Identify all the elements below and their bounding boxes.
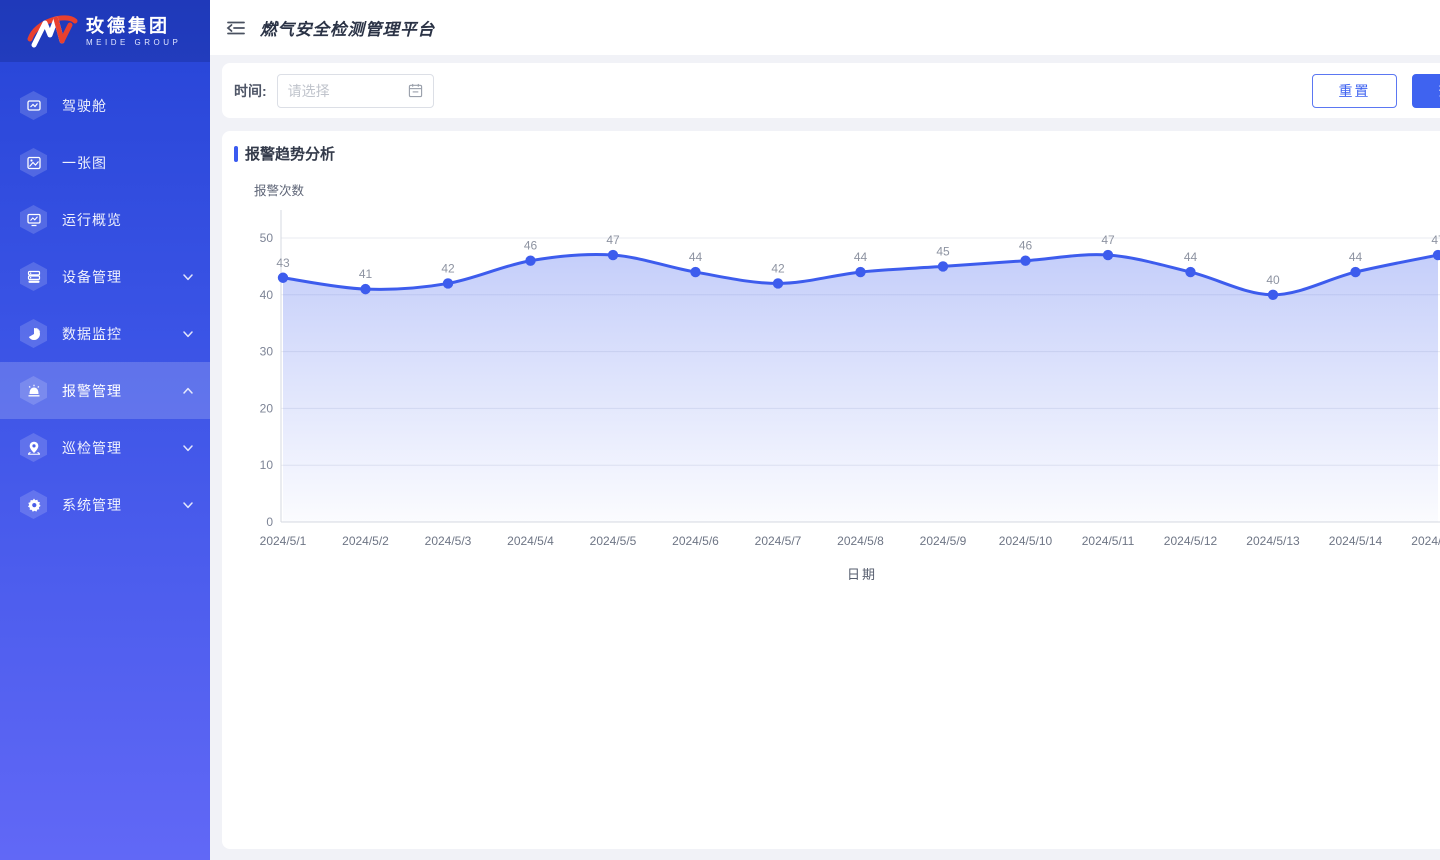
- brand-logo-icon: [26, 11, 78, 51]
- svg-text:47: 47: [1431, 233, 1440, 247]
- chevron-up-icon: [182, 385, 194, 397]
- section-title: 报警趋势分析: [245, 143, 335, 164]
- svg-text:47: 47: [1101, 233, 1115, 247]
- section-accent-bar: [234, 146, 238, 162]
- query-button[interactable]: 查询: [1412, 74, 1440, 108]
- svg-text:40: 40: [1266, 273, 1280, 287]
- brand-name-en: MEIDE GROUP: [86, 38, 181, 47]
- svg-text:20: 20: [260, 401, 274, 415]
- svg-text:44: 44: [854, 250, 868, 264]
- svg-text:46: 46: [1019, 239, 1033, 253]
- sidebar-item-label: 报警管理: [62, 381, 182, 401]
- alarm-icon: [20, 376, 47, 405]
- sidebar-item-label: 驾驶舱: [62, 96, 194, 116]
- filter-bar: 时间: 请选择 重置 查询: [222, 63, 1440, 118]
- svg-text:47: 47: [606, 233, 620, 247]
- svg-text:44: 44: [689, 250, 703, 264]
- svg-text:45: 45: [936, 244, 950, 258]
- device-icon: [20, 262, 47, 291]
- sidebar-menu: 驾驶舱一张图运行概览设备管理数据监控报警管理巡检管理系统管理: [0, 62, 210, 533]
- data-monitor-icon: [20, 319, 47, 348]
- sidebar-item-驾驶舱[interactable]: 驾驶舱: [0, 77, 210, 134]
- sidebar-item-数据监控[interactable]: 数据监控: [0, 305, 210, 362]
- menu-collapse-icon[interactable]: [226, 18, 246, 38]
- chevron-down-icon: [182, 271, 194, 283]
- svg-text:2024/5/12: 2024/5/12: [1164, 534, 1218, 548]
- brand-name-cn: 玫德集团: [86, 16, 181, 36]
- sidebar-item-运行概览[interactable]: 运行概览: [0, 191, 210, 248]
- sidebar-item-label: 一张图: [62, 153, 194, 173]
- map-icon: [20, 148, 47, 177]
- sidebar-item-label: 运行概览: [62, 210, 194, 230]
- svg-text:2024/5/9: 2024/5/9: [920, 534, 967, 548]
- sidebar-item-label: 巡检管理: [62, 438, 182, 458]
- sidebar-item-报警管理[interactable]: 报警管理: [0, 362, 210, 419]
- svg-text:42: 42: [441, 261, 455, 275]
- sidebar-item-label: 系统管理: [62, 495, 182, 515]
- svg-text:2024/5/6: 2024/5/6: [672, 534, 719, 548]
- svg-text:2024/5/11: 2024/5/11: [1082, 534, 1135, 548]
- topbar: 燃气安全检测管理平台: [210, 0, 1440, 55]
- svg-text:2024/5/14: 2024/5/14: [1329, 534, 1383, 548]
- sidebar-item-一张图[interactable]: 一张图: [0, 134, 210, 191]
- system-icon: [20, 490, 47, 519]
- svg-text:2024/5/10: 2024/5/10: [999, 534, 1053, 548]
- patrol-icon: [20, 433, 47, 462]
- svg-text:2024/5/13: 2024/5/13: [1246, 534, 1300, 548]
- svg-text:报警次数: 报警次数: [254, 183, 305, 198]
- svg-text:2024/5/3: 2024/5/3: [425, 534, 472, 548]
- svg-text:0: 0: [266, 515, 273, 529]
- svg-text:2024/5/15: 2024/5/15: [1411, 534, 1440, 548]
- svg-text:41: 41: [359, 267, 373, 281]
- svg-text:日期: 日期: [847, 567, 877, 582]
- alarm-trend-chart: 43 41 42 46 47 44 42 44 45 46 47 44 40 44 47 0 10 20 30 40 5…: [222, 175, 1440, 645]
- svg-text:46: 46: [524, 239, 538, 253]
- svg-text:2024/5/4: 2024/5/4: [507, 534, 554, 548]
- chevron-down-icon: [182, 328, 194, 340]
- svg-text:44: 44: [1349, 250, 1363, 264]
- svg-text:10: 10: [260, 458, 274, 472]
- sidebar: 玫德集团 MEIDE GROUP 驾驶舱一张图运行概览设备管理数据监控报警管理巡…: [0, 0, 210, 860]
- svg-text:40: 40: [260, 288, 274, 302]
- sidebar-item-label: 数据监控: [62, 324, 182, 344]
- svg-text:2024/5/8: 2024/5/8: [837, 534, 884, 548]
- svg-text:43: 43: [276, 256, 290, 270]
- sidebar-item-label: 设备管理: [62, 267, 182, 287]
- chevron-down-icon: [182, 442, 194, 454]
- time-filter-label: 时间:: [234, 81, 267, 101]
- sidebar-item-巡检管理[interactable]: 巡检管理: [0, 419, 210, 476]
- alarm-trend-card: 报警趋势分析 43 41 42 46 47 44 42 44 45 46 47 44 40 44 47 0 10…: [222, 131, 1440, 849]
- svg-text:2024/5/5: 2024/5/5: [590, 534, 637, 548]
- time-picker-input[interactable]: 请选择: [277, 74, 434, 108]
- sidebar-item-系统管理[interactable]: 系统管理: [0, 476, 210, 533]
- brand-logo: 玫德集团 MEIDE GROUP: [0, 0, 210, 62]
- chevron-down-icon: [182, 499, 194, 511]
- reset-button[interactable]: 重置: [1312, 74, 1397, 108]
- svg-text:2024/5/2: 2024/5/2: [342, 534, 389, 548]
- page-title: 燃气安全检测管理平台: [260, 16, 435, 40]
- svg-text:44: 44: [1184, 250, 1198, 264]
- overview-icon: [20, 205, 47, 234]
- calendar-icon: [408, 83, 423, 98]
- cockpit-icon: [20, 91, 47, 120]
- svg-text:30: 30: [260, 345, 274, 359]
- svg-text:2024/5/1: 2024/5/1: [260, 534, 307, 548]
- time-picker-placeholder: 请选择: [288, 81, 408, 101]
- svg-text:2024/5/7: 2024/5/7: [755, 534, 802, 548]
- sidebar-item-设备管理[interactable]: 设备管理: [0, 248, 210, 305]
- svg-text:42: 42: [771, 261, 785, 275]
- svg-text:50: 50: [260, 231, 274, 245]
